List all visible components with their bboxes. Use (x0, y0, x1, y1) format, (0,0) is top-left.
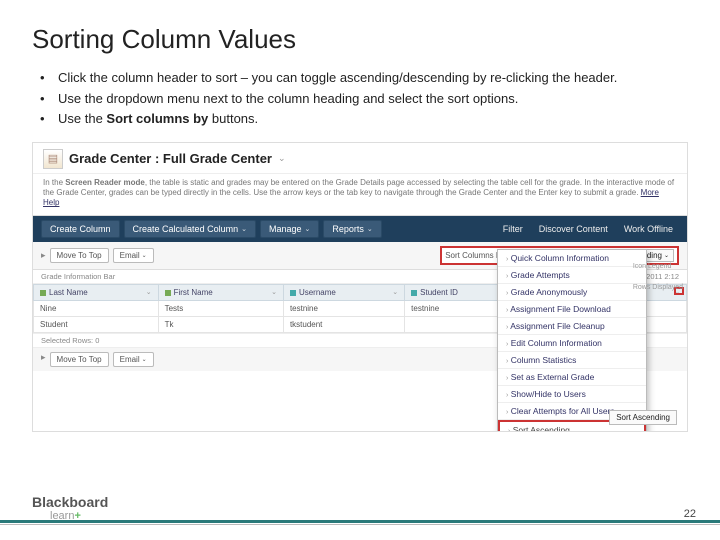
filter-link[interactable]: Filter (497, 222, 529, 236)
menu-quick-info[interactable]: › Quick Column Information (498, 250, 646, 267)
chevron-down-icon: ⌄ (142, 252, 147, 259)
chevron-down-icon: ⌄ (664, 252, 669, 259)
menu-file-download[interactable]: › Assignment File Download (498, 301, 646, 318)
sort-ascending-button[interactable]: Sort Ascending (609, 410, 677, 425)
page-number: 22 (684, 508, 696, 520)
email-button[interactable]: Email⌄ (113, 352, 154, 367)
bullet-list: •Click the column header to sort – you c… (40, 69, 688, 128)
blackboard-logo: Blackboard learn+ (32, 494, 108, 522)
column-context-menu: › Quick Column Information › Grade Attem… (497, 249, 647, 432)
menu-show-hide[interactable]: › Show/Hide to Users (498, 386, 646, 403)
chevron-down-icon: ⌄ (142, 356, 147, 363)
chevron-down-icon[interactable]: ⌄ (146, 288, 152, 296)
row-select-icon[interactable]: ▸ (41, 352, 46, 367)
menu-set-external[interactable]: › Set as External Grade (498, 369, 646, 386)
side-labels: Icon Legend Rows Displayed (633, 263, 683, 305)
chevron-down-icon: ⌄ (305, 225, 311, 233)
col-lastname[interactable]: Last Name⌄ (34, 284, 159, 300)
work-offline-link[interactable]: Work Offline (618, 222, 679, 236)
bullet-item: •Use the Sort columns by buttons. (40, 110, 688, 128)
grade-center-description: In the Screen Reader mode, the table is … (33, 174, 687, 216)
grade-center-icon: ▤ (43, 149, 63, 169)
email-button[interactable]: Email⌄ (113, 248, 154, 263)
menu-file-cleanup[interactable]: › Assignment File Cleanup (498, 318, 646, 335)
bullet-item: •Click the column header to sort – you c… (40, 69, 688, 87)
menu-edit-col-info[interactable]: › Edit Column Information (498, 335, 646, 352)
slide-footer: Blackboard learn+ (0, 520, 720, 526)
create-column-button[interactable]: Create Column (41, 220, 120, 238)
row-select-icon[interactable]: ▸ (41, 250, 46, 261)
create-calculated-column-button[interactable]: Create Calculated Column⌄ (124, 220, 256, 238)
grade-center-screenshot: ▤ Grade Center : Full Grade Center ⌄ In … (32, 142, 688, 432)
menu-grade-anon[interactable]: › Grade Anonymously (498, 284, 646, 301)
chevron-down-icon: ⌄ (241, 225, 247, 233)
grade-info-bar: Grade Information Bar (41, 272, 115, 281)
primary-toolbar: Create Column Create Calculated Column⌄ … (33, 216, 687, 242)
move-to-top-button[interactable]: Move To Top (50, 352, 109, 367)
chevron-down-icon: ⌄ (367, 225, 373, 233)
chevron-down-icon[interactable]: ⌄ (271, 288, 277, 296)
bullet-item: •Use the dropdown menu next to the colum… (40, 90, 688, 108)
slide-title: Sorting Column Values (32, 24, 688, 55)
reports-button[interactable]: Reports⌄ (323, 220, 381, 238)
manage-button[interactable]: Manage⌄ (260, 220, 319, 238)
menu-col-stats[interactable]: › Column Statistics (498, 352, 646, 369)
menu-grade-attempts[interactable]: › Grade Attempts (498, 267, 646, 284)
discover-content-link[interactable]: Discover Content (533, 222, 614, 236)
chevron-down-icon[interactable]: ⌄ (278, 153, 286, 164)
col-username[interactable]: Username⌄ (283, 284, 404, 300)
move-to-top-button[interactable]: Move To Top (50, 248, 109, 263)
chevron-down-icon[interactable]: ⌄ (392, 288, 398, 296)
grade-center-title: Grade Center : Full Grade Center (69, 151, 272, 166)
col-firstname[interactable]: First Name⌄ (158, 284, 283, 300)
